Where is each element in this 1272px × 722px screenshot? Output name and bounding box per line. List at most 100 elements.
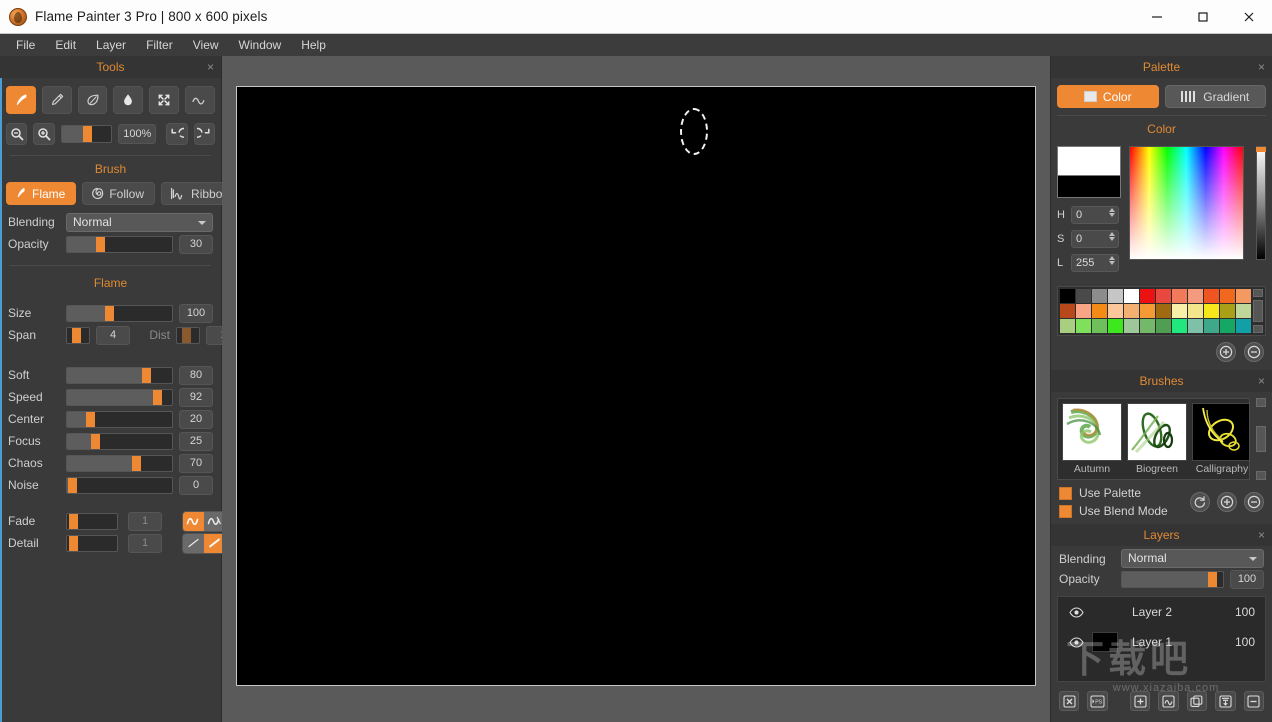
eye-icon[interactable] bbox=[1068, 606, 1084, 618]
duplicate-layer-icon[interactable] bbox=[1186, 691, 1208, 711]
luminance-input[interactable]: 255 bbox=[1071, 254, 1119, 272]
flame-chaos-value[interactable]: 70 bbox=[179, 453, 213, 473]
menu-item-layer[interactable]: Layer bbox=[86, 35, 136, 55]
scroll-down-button[interactable] bbox=[1253, 325, 1263, 333]
flame-size-knob[interactable] bbox=[105, 305, 115, 321]
flame-dist-knob[interactable] bbox=[181, 327, 191, 343]
menu-item-view[interactable]: View bbox=[183, 35, 229, 55]
color-swatch[interactable] bbox=[1124, 289, 1139, 303]
scroll-up-button[interactable] bbox=[1256, 398, 1266, 407]
fade-mode-toggle[interactable] bbox=[182, 510, 226, 532]
layer-opacity-knob[interactable] bbox=[1208, 571, 1218, 587]
color-swatch[interactable] bbox=[1076, 304, 1091, 318]
color-swatch[interactable] bbox=[1172, 304, 1187, 318]
color-swatch[interactable] bbox=[1236, 289, 1251, 303]
color-swatch[interactable] bbox=[1204, 304, 1219, 318]
menu-item-window[interactable]: Window bbox=[229, 35, 292, 55]
scroll-thumb[interactable] bbox=[1253, 300, 1263, 322]
add-color-icon[interactable] bbox=[1216, 342, 1236, 362]
scroll-thumb[interactable] bbox=[1256, 426, 1266, 452]
flame-size-slider[interactable] bbox=[66, 304, 173, 322]
palette-panel-close-icon[interactable]: × bbox=[1258, 58, 1265, 76]
zoom-in-icon[interactable] bbox=[33, 123, 55, 145]
zoom-slider[interactable] bbox=[60, 125, 113, 143]
color-swatch[interactable] bbox=[1156, 304, 1171, 318]
brush-type-follow[interactable]: Follow bbox=[82, 182, 156, 205]
wave-smooth-icon[interactable] bbox=[183, 511, 204, 531]
color-swatch[interactable] bbox=[1124, 304, 1139, 318]
color-swatch[interactable] bbox=[1140, 304, 1155, 318]
color-swatch[interactable] bbox=[1076, 319, 1091, 333]
spin-up-icon[interactable] bbox=[1109, 208, 1115, 212]
color-swatch[interactable] bbox=[1108, 304, 1123, 318]
color-swatch[interactable] bbox=[1220, 304, 1235, 318]
brush-opacity-value[interactable]: 30 bbox=[179, 234, 213, 254]
hue-input[interactable]: 0 bbox=[1071, 206, 1119, 224]
color-spectrum-box[interactable] bbox=[1129, 146, 1245, 260]
use-palette-row[interactable]: Use Palette bbox=[1051, 484, 1190, 502]
luminance-bar[interactable] bbox=[1256, 146, 1266, 260]
table-row[interactable]: Layer 1 100 bbox=[1058, 627, 1265, 657]
scroll-up-button[interactable] bbox=[1253, 289, 1263, 297]
spin-down-icon[interactable] bbox=[1109, 213, 1115, 217]
brush-card-biogreen[interactable]: Biogreen bbox=[1127, 403, 1187, 475]
flame-brush-tool[interactable] bbox=[6, 86, 36, 114]
flame-fade-slider[interactable] bbox=[66, 512, 118, 530]
move-transform-tool[interactable] bbox=[149, 86, 180, 114]
redo-icon[interactable] bbox=[193, 123, 216, 145]
color-swatch[interactable] bbox=[1092, 319, 1107, 333]
remove-brush-icon[interactable] bbox=[1244, 492, 1264, 512]
droplet-tool[interactable] bbox=[113, 86, 144, 114]
minimize-icon[interactable] bbox=[1134, 0, 1180, 34]
brush-strip[interactable]: Autumn Biogreen Calligraphy bbox=[1057, 398, 1250, 480]
use-blend-mode-checkbox[interactable] bbox=[1059, 504, 1072, 518]
detail-mode-toggle[interactable] bbox=[182, 532, 226, 554]
flame-speed-slider[interactable] bbox=[66, 388, 173, 406]
luminance-spinner[interactable] bbox=[1109, 256, 1115, 265]
flame-soft-knob[interactable] bbox=[141, 367, 151, 383]
color-swatch[interactable] bbox=[1172, 319, 1187, 333]
flame-chaos-knob[interactable] bbox=[132, 455, 142, 471]
color-swatch[interactable] bbox=[1060, 304, 1075, 318]
menu-item-help[interactable]: Help bbox=[291, 35, 336, 55]
color-swatch[interactable] bbox=[1236, 304, 1251, 318]
export-psd-icon[interactable]: PS bbox=[1087, 691, 1108, 711]
flame-fade-value[interactable]: 1 bbox=[128, 511, 162, 531]
brushes-panel-close-icon[interactable]: × bbox=[1258, 372, 1265, 390]
flame-chaos-slider[interactable] bbox=[66, 454, 173, 472]
color-swatch[interactable] bbox=[1060, 319, 1075, 333]
close-icon[interactable] bbox=[1226, 0, 1272, 34]
brush-card-autumn[interactable]: Autumn bbox=[1062, 403, 1122, 475]
flame-noise-knob[interactable] bbox=[67, 477, 77, 493]
color-swatch[interactable] bbox=[1124, 319, 1139, 333]
reload-brush-icon[interactable] bbox=[1190, 492, 1210, 512]
layer-opacity-value[interactable]: 100 bbox=[1230, 569, 1264, 589]
color-swatch[interactable] bbox=[1060, 289, 1075, 303]
flame-center-slider[interactable] bbox=[66, 410, 173, 428]
layer-opacity-slider[interactable] bbox=[1121, 570, 1224, 588]
layer-blending-select[interactable]: Normal bbox=[1121, 549, 1264, 568]
flame-detail-knob[interactable] bbox=[68, 535, 78, 551]
drawing-canvas[interactable] bbox=[236, 86, 1036, 686]
flame-focus-knob[interactable] bbox=[91, 433, 100, 449]
flame-span-value[interactable]: 4 bbox=[96, 325, 130, 345]
spin-up-icon[interactable] bbox=[1109, 256, 1115, 260]
flame-dist-slider[interactable] bbox=[176, 326, 200, 344]
menu-item-file[interactable]: File bbox=[6, 35, 45, 55]
add-brush-icon[interactable] bbox=[1217, 492, 1237, 512]
background-color-swatch[interactable] bbox=[1057, 176, 1121, 198]
color-swatch[interactable] bbox=[1108, 289, 1123, 303]
color-swatch[interactable] bbox=[1092, 289, 1107, 303]
luminance-marker[interactable] bbox=[1256, 147, 1266, 152]
color-swatch[interactable] bbox=[1188, 319, 1203, 333]
color-swatch[interactable] bbox=[1108, 319, 1123, 333]
flame-span-knob[interactable] bbox=[71, 327, 81, 343]
flame-soft-slider[interactable] bbox=[66, 366, 173, 384]
spin-up-icon[interactable] bbox=[1109, 232, 1115, 236]
tab-gradient[interactable]: Gradient bbox=[1164, 85, 1266, 108]
pencil-tool[interactable] bbox=[41, 86, 72, 114]
flame-focus-slider[interactable] bbox=[66, 432, 173, 450]
flame-center-value[interactable]: 20 bbox=[179, 409, 213, 429]
foreground-color-swatch[interactable] bbox=[1057, 146, 1121, 176]
brush-opacity-knob[interactable] bbox=[95, 236, 105, 252]
